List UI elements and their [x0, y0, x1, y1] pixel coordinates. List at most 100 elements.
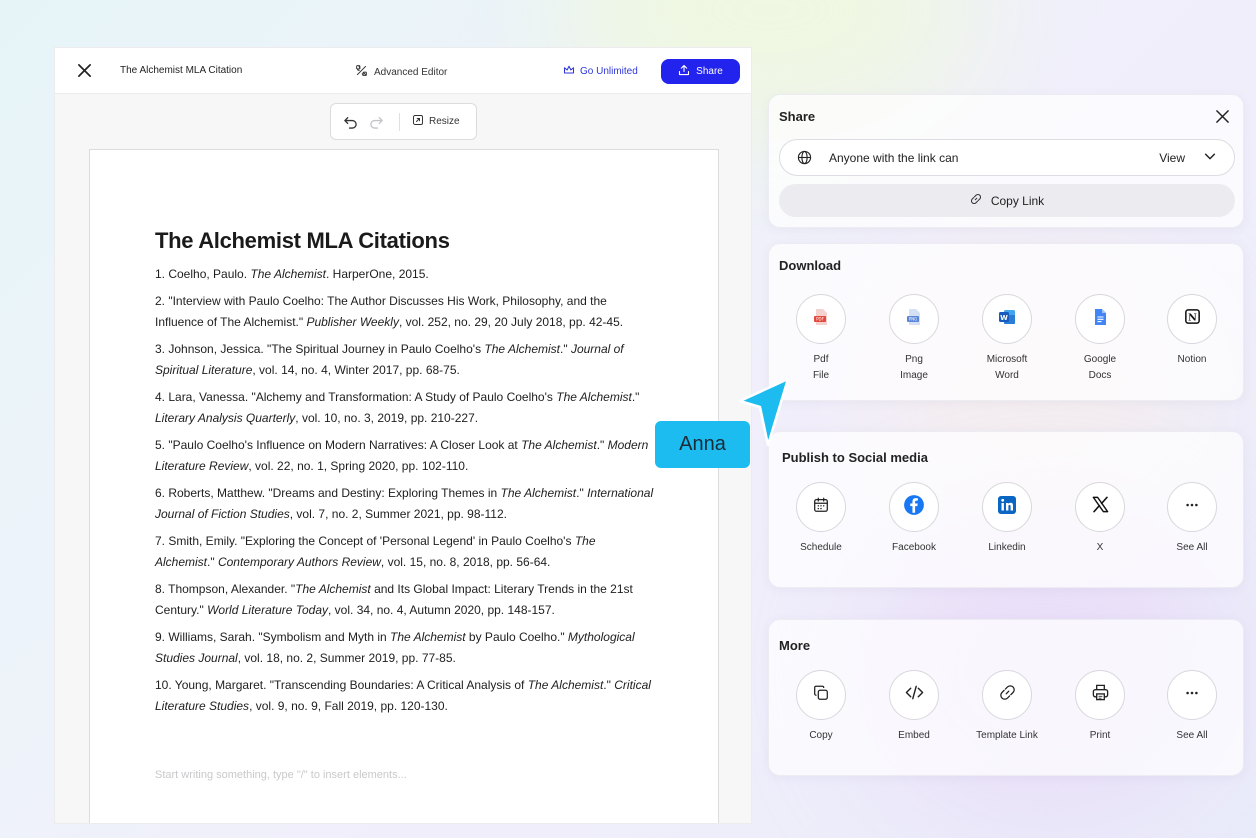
download-label: Pdf [813, 354, 829, 365]
download-png[interactable]: PNG Png Image [864, 294, 964, 384]
toolbar-divider [399, 112, 400, 131]
citation-text: , vol. 18, no. 2, Summer 2019, pp. 77-85… [237, 651, 456, 665]
citation-text: 4. Lara, Vanessa. "Alchemy and Transform… [155, 390, 557, 404]
citation-item[interactable]: 10. Young, Margaret. "Transcending Bound… [155, 675, 655, 717]
citation-title-italic: The Alchemist [295, 582, 371, 596]
more-embed[interactable]: Embed [864, 670, 964, 744]
copy-link-button[interactable]: Copy Link [779, 184, 1235, 217]
editor-window: The Alchemist MLA Citation Advanced Edit… [54, 47, 752, 824]
social-facebook[interactable]: Facebook [864, 482, 964, 556]
document-title[interactable]: The Alchemist MLA Citations [155, 228, 450, 254]
citation-text: ." [576, 486, 588, 500]
citation-title-italic: World Literature Today [207, 603, 329, 617]
download-label: Notion [1177, 354, 1207, 365]
editor-placeholder[interactable]: Start writing something, type "/" to ins… [155, 769, 407, 781]
citation-text: , vol. 22, no. 1, Spring 2020, pp. 102-1… [248, 459, 469, 473]
citation-item[interactable]: 6. Roberts, Matthew. "Dreams and Destiny… [155, 483, 655, 525]
resize-label: Resize [429, 116, 460, 127]
collaborator-name-tag: Anna [655, 421, 750, 468]
linkedin-icon [997, 495, 1017, 520]
citation-text: , vol. 9, no. 9, Fall 2019, pp. 120-130. [249, 699, 448, 713]
more-panel: More Copy Embed Template Link Print See … [768, 619, 1244, 776]
more-label: Template Link [976, 730, 1038, 741]
citation-item[interactable]: 5. "Paulo Coelho's Influence on Modern N… [155, 435, 655, 477]
more-see-all[interactable]: See All [1142, 670, 1242, 744]
link-icon [970, 193, 982, 208]
citation-text: ." [631, 390, 640, 404]
citation-item[interactable]: 9. Williams, Sarah. "Symbolism and Myth … [155, 627, 655, 669]
download-sublabel: Image [900, 370, 928, 381]
link-icon [999, 684, 1016, 706]
resize-button[interactable]: Resize [412, 114, 460, 129]
citation-title-italic: Literary Analysis Quarterly [155, 411, 296, 425]
citation-item[interactable]: 1. Coelho, Paulo. The Alchemist. HarperO… [155, 264, 655, 285]
more-dots-icon [1184, 497, 1200, 518]
citation-text: ." [207, 555, 218, 569]
upload-icon [678, 64, 690, 79]
share-button[interactable]: Share [661, 59, 740, 84]
citation-title-italic: Publisher Weekly [306, 315, 399, 329]
citation-item[interactable]: 8. Thompson, Alexander. "The Alchemist a… [155, 579, 655, 621]
download-word[interactable]: W Microsoft Word [957, 294, 1057, 384]
citation-text: . HarperOne, 2015. [326, 267, 429, 281]
more-label: See All [1176, 730, 1208, 741]
social-title: Publish to Social media [782, 450, 928, 465]
word-icon: W [997, 307, 1017, 332]
social-label: Facebook [892, 542, 936, 553]
download-title: Download [779, 258, 842, 273]
facebook-icon [903, 494, 925, 521]
undo-icon[interactable] [343, 114, 359, 130]
social-linkedin[interactable]: Linkedin [957, 482, 1057, 556]
citation-title-italic: The Alchemist [521, 438, 597, 452]
more-print[interactable]: Print [1050, 670, 1150, 744]
download-notion[interactable]: N Notion [1142, 294, 1242, 368]
citation-title-italic: The Alchemist [484, 342, 560, 356]
close-icon[interactable] [1215, 109, 1231, 125]
citation-item[interactable]: 2. "Interview with Paulo Coelho: The Aut… [155, 291, 655, 333]
citation-title-italic: The Alchemist [527, 678, 604, 692]
more-copy[interactable]: Copy [771, 670, 871, 744]
close-icon[interactable] [77, 63, 92, 78]
citation-text: 3. Johnson, Jessica. "The Spiritual Jour… [155, 342, 485, 356]
go-unlimited-label: Go Unlimited [580, 66, 638, 77]
citation-text: ." [560, 342, 571, 356]
download-google-docs[interactable]: Google Docs [1050, 294, 1150, 384]
social-schedule[interactable]: Schedule [771, 482, 871, 556]
citation-item[interactable]: 7. Smith, Emily. "Exploring the Concept … [155, 531, 655, 573]
document-page[interactable]: The Alchemist MLA Citations 1. Coelho, P… [89, 149, 719, 823]
citation-item[interactable]: 4. Lara, Vanessa. "Alchemy and Transform… [155, 387, 655, 429]
social-x[interactable]: X [1050, 482, 1150, 556]
download-sublabel: File [812, 370, 830, 381]
citation-title-italic: Contemporary Authors Review [217, 555, 381, 569]
download-panel: Download PDF Pdf File PNG Png Image W Micr… [768, 243, 1244, 401]
citation-title-italic: The Alchemist [250, 267, 326, 281]
citation-text: 5. "Paulo Coelho's Influence on Modern N… [155, 438, 522, 452]
advanced-editor-button[interactable]: Advanced Editor [355, 64, 447, 80]
png-icon: PNG [904, 307, 924, 332]
citation-text: , vol. 252, no. 29, 20 July 2018, pp. 42… [398, 315, 624, 329]
citation-text: 7. Smith, Emily. "Exploring the Concept … [155, 534, 575, 548]
link-access-dropdown[interactable]: Anyone with the link can View [779, 139, 1235, 176]
go-unlimited-button[interactable]: Go Unlimited [563, 64, 638, 79]
citation-title-italic: The Alchemist [500, 486, 577, 500]
svg-text:PDF: PDF [816, 316, 824, 321]
more-template-link[interactable]: Template Link [957, 670, 1057, 744]
more-dots-icon [1184, 685, 1200, 706]
citation-text: 8. Thompson, Alexander. " [155, 582, 296, 596]
floating-toolbar: Resize [330, 103, 477, 140]
citation-item[interactable]: 3. Johnson, Jessica. "The Spiritual Jour… [155, 339, 655, 381]
calendar-icon [812, 496, 830, 519]
citation-text: , vol. 15, no. 8, 2018, pp. 56-64. [380, 555, 551, 569]
citation-text: , vol. 14, no. 4, Winter 2017, pp. 68-75… [252, 363, 460, 377]
share-title: Share [779, 109, 816, 124]
download-pdf[interactable]: PDF Pdf File [771, 294, 871, 384]
citation-title-italic: The Alchemist [556, 390, 632, 404]
citation-text: 1. Coelho, Paulo. [155, 267, 251, 281]
redo-icon[interactable] [369, 114, 385, 130]
document-name[interactable]: The Alchemist MLA Citation [120, 65, 242, 76]
social-see-all[interactable]: See All [1142, 482, 1242, 556]
citation-text: 6. Roberts, Matthew. "Dreams and Destiny… [155, 486, 501, 500]
google-docs-icon [1090, 307, 1110, 332]
citation-text: 9. Williams, Sarah. "Symbolism and Myth … [155, 630, 390, 644]
svg-text:PNG: PNG [909, 316, 918, 321]
